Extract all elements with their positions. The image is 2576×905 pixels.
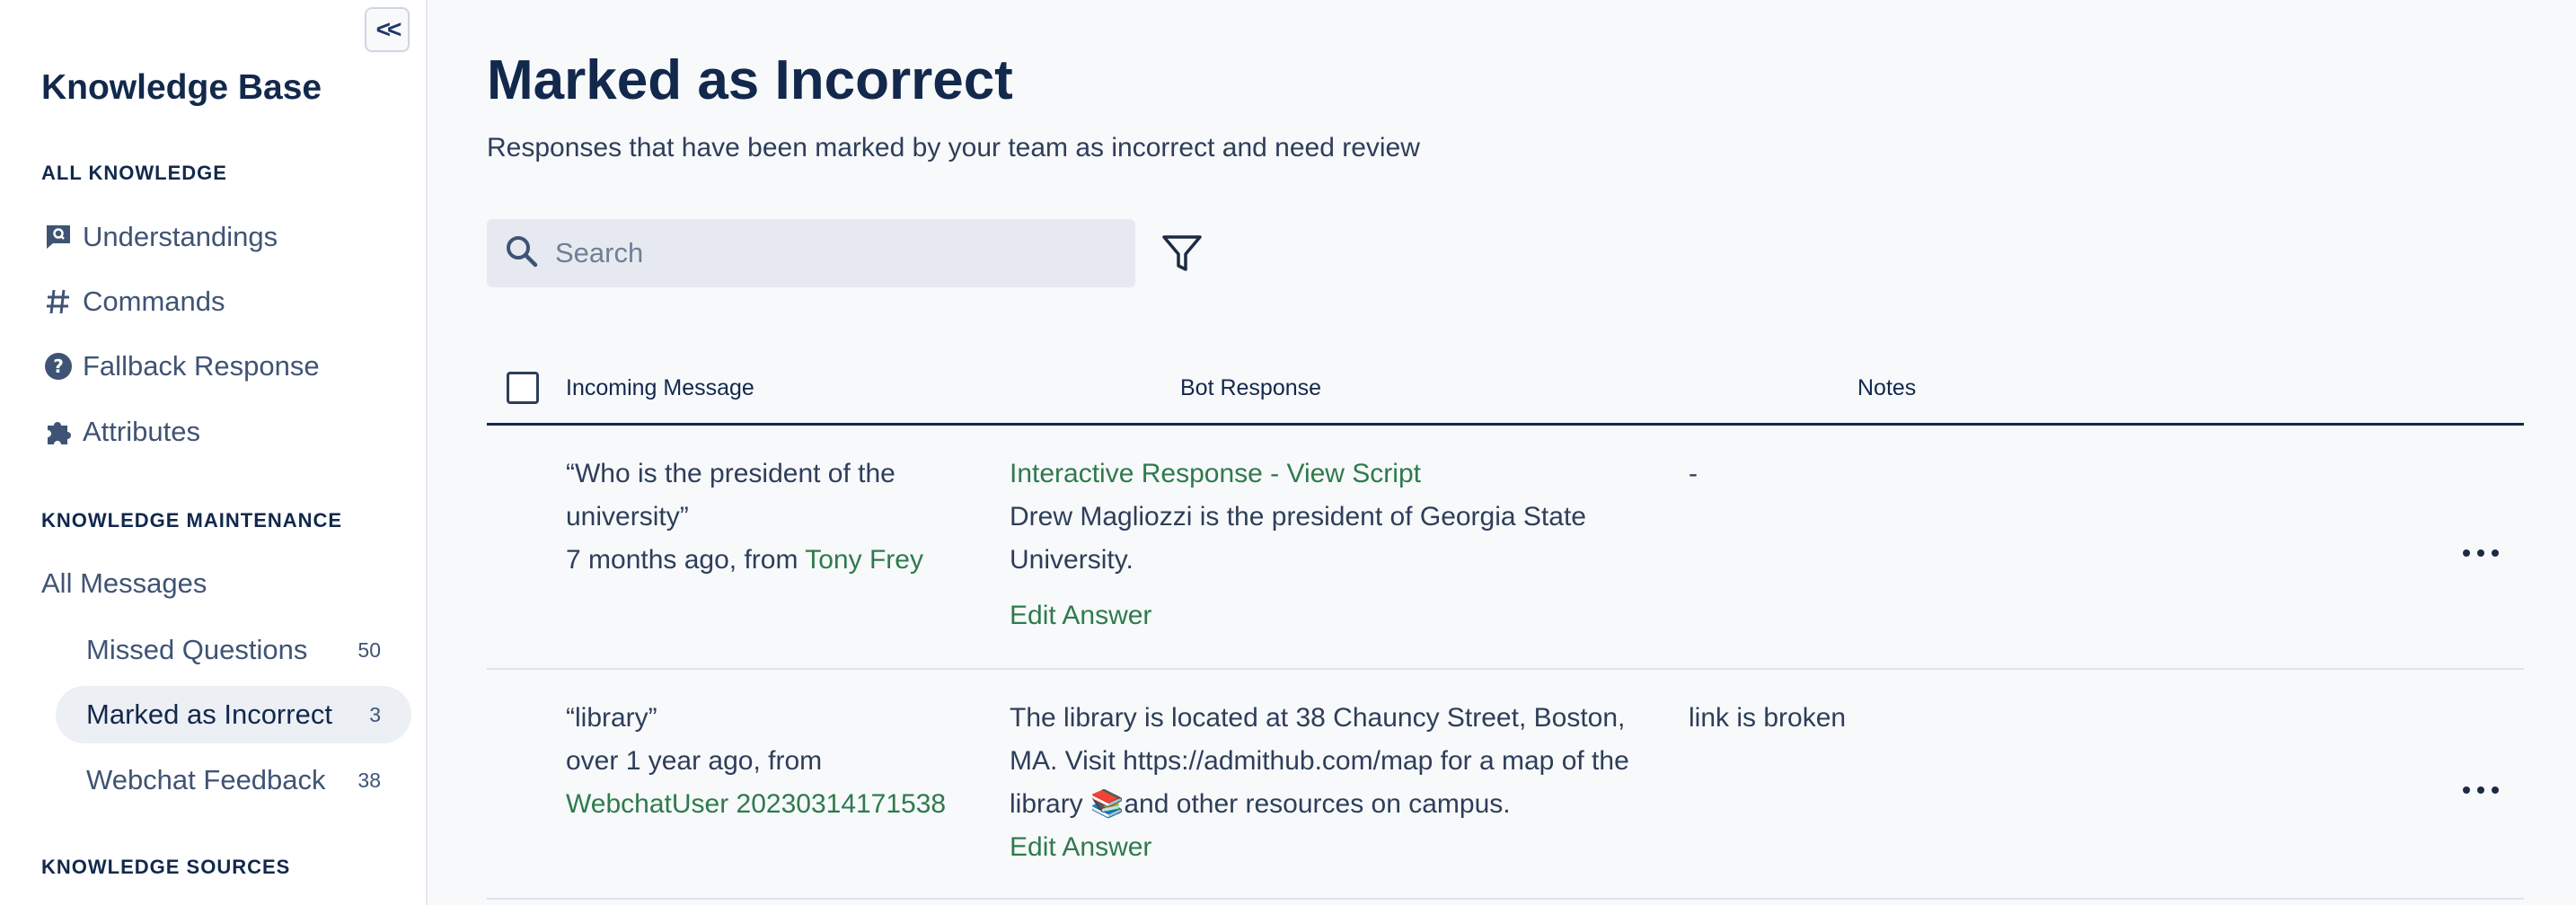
user-link[interactable]: WebchatUser 20230314171538 [566, 783, 997, 826]
sidebar-item-marked-incorrect[interactable]: Marked as Incorrect 3 [56, 686, 411, 743]
sidebar-item-webchat-feedback[interactable]: Webchat Feedback 38 [56, 751, 411, 809]
search-box [487, 219, 1135, 287]
puzzle-piece-icon [41, 415, 75, 449]
sidebar-item-commands[interactable]: Commands [41, 278, 225, 325]
sidebar-item-fallback-response[interactable]: ? Fallback Response [41, 343, 320, 390]
sidebar-title: Knowledge Base [41, 68, 322, 107]
sidebar-item-label: Understandings [83, 221, 278, 252]
sidebar-item-understandings[interactable]: Understandings [41, 214, 278, 260]
table-row: “library” over 1 year ago, from WebchatU… [487, 670, 2524, 900]
sidebar-item-label: Marked as Incorrect [86, 699, 332, 730]
sidebar-item-label: Webchat Feedback [86, 764, 326, 795]
main-content: Marked as Incorrect Responses that have … [429, 0, 2576, 905]
more-options-button[interactable] [2463, 781, 2499, 799]
more-options-button[interactable] [2463, 544, 2499, 562]
sidebar-item-label: All Messages [41, 567, 207, 599]
bot-response: Interactive Response - View Script Drew … [1010, 452, 1710, 637]
incoming-message: “Who is the president of the university”… [566, 459, 923, 575]
sidebar-item-label: Commands [83, 286, 225, 317]
ellipsis-icon [2463, 549, 2470, 557]
collapse-sidebar-button[interactable]: << [365, 7, 410, 52]
count-badge: 38 [357, 768, 381, 792]
table-header: Incoming Message Bot Response Notes [487, 354, 2524, 426]
user-link[interactable]: Tony Frey [805, 545, 923, 575]
section-label-knowledge-maintenance: KNOWLEDGE MAINTENANCE [41, 509, 343, 532]
search-icon [505, 234, 539, 273]
note-text: link is broken [1689, 703, 1847, 733]
sidebar-item-label: Fallback Response [83, 350, 320, 382]
column-header-notes: Notes [1857, 375, 1917, 400]
table-row: “Who is the president of the university”… [487, 426, 2524, 670]
incoming-message: “library” over 1 year ago, from WebchatU… [566, 697, 997, 826]
select-all-checkbox[interactable] [507, 372, 539, 404]
sidebar-item-label: Attributes [83, 416, 200, 447]
column-header-bot-response: Bot Response [1180, 375, 1322, 400]
column-header-incoming: Incoming Message [566, 375, 754, 400]
messages-table: Incoming Message Bot Response Notes “Who… [487, 354, 2524, 900]
sidebar: << Knowledge Base ALL KNOWLEDGE Understa… [0, 0, 428, 905]
hash-icon [41, 285, 75, 319]
ellipsis-icon [2463, 786, 2470, 794]
section-label-knowledge-sources: KNOWLEDGE SOURCES [41, 856, 291, 878]
edit-answer-link[interactable]: Edit Answer [1010, 594, 1710, 637]
filter-button[interactable] [1159, 232, 1205, 278]
section-label-all-knowledge: ALL KNOWLEDGE [41, 162, 227, 184]
sidebar-item-attributes[interactable]: Attributes [41, 409, 200, 455]
page-title: Marked as Incorrect [487, 49, 1013, 111]
bot-response: The library is located at 38 Chauncy Str… [1010, 697, 1710, 869]
filter-icon [1161, 234, 1203, 277]
sidebar-item-missed-questions[interactable]: Missed Questions 50 [56, 621, 411, 679]
view-script-link[interactable]: Interactive Response - View Script [1010, 452, 1710, 496]
edit-answer-link[interactable]: Edit Answer [1010, 826, 1710, 869]
page-subtitle: Responses that have been marked by your … [487, 133, 1420, 163]
svg-text:?: ? [53, 356, 64, 377]
chat-bubble-icon [41, 220, 75, 254]
sidebar-item-all-messages[interactable]: All Messages [41, 560, 207, 607]
sidebar-item-label: Missed Questions [86, 634, 308, 665]
question-circle-icon: ? [41, 349, 75, 383]
count-badge: 3 [369, 702, 381, 726]
note-text: - [1689, 459, 1698, 488]
double-chevron-left-icon: << [375, 15, 402, 43]
search-input[interactable] [555, 237, 1094, 269]
count-badge: 50 [357, 637, 381, 662]
